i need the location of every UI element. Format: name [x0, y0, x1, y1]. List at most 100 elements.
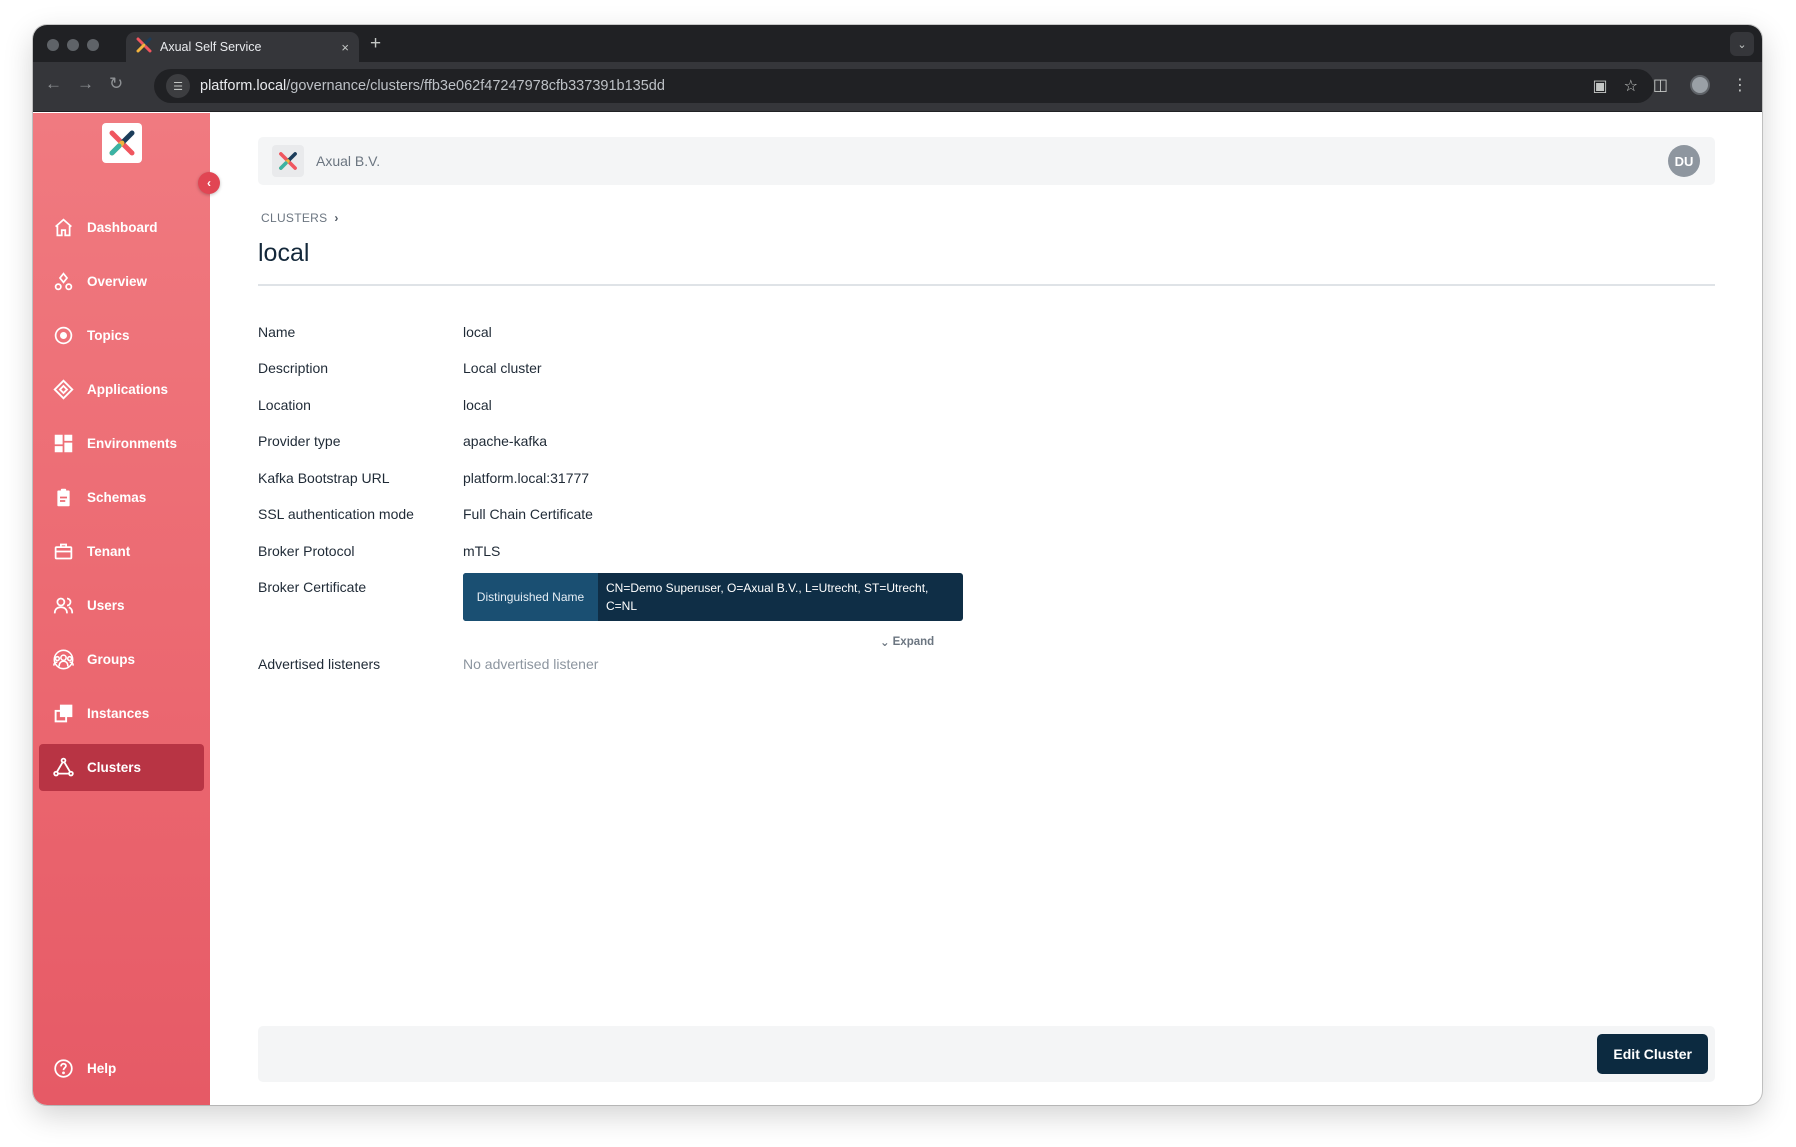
help-label: Help	[87, 1061, 117, 1076]
browser-window: Axual Self Service × + ⌄ ← → ↻ ☰ platfor…	[33, 25, 1762, 1105]
bookmark-star-icon[interactable]: ☆	[1624, 76, 1638, 96]
detail-label: Name	[258, 324, 296, 340]
tenant-icon	[52, 541, 74, 563]
detail-row-broker-protocol: Broker Protocol mTLS	[258, 543, 500, 559]
detail-row-name: Name local	[258, 324, 492, 340]
url-text[interactable]: platform.local/governance/clusters/ffb3e…	[200, 78, 665, 94]
detail-row-bootstrap-url: Kafka Bootstrap URL platform.local:31777	[258, 470, 589, 486]
sidebar-item-label: Overview	[87, 274, 148, 289]
browser-tab[interactable]: Axual Self Service ×	[126, 32, 359, 62]
org-logo-icon	[272, 145, 304, 177]
detail-value: local	[463, 324, 492, 340]
org-name: Axual B.V.	[316, 153, 381, 169]
sidebar-nav: Dashboard Overview Topics Applications E…	[39, 204, 204, 798]
sidebar-item-overview[interactable]: Overview	[39, 258, 204, 305]
chevron-left-icon: ‹	[207, 176, 211, 190]
edit-cluster-button[interactable]: Edit Cluster	[1597, 1034, 1708, 1074]
sidebar-item-label: Environments	[87, 436, 178, 451]
certificate-box: Distinguished Name CN=Demo Superuser, O=…	[463, 573, 963, 621]
detail-label: Description	[258, 360, 329, 376]
chevron-right-icon: ›	[334, 211, 339, 225]
applications-icon	[52, 379, 74, 401]
detail-label: Advertised listeners	[258, 656, 381, 672]
detail-row-description: Description Local cluster	[258, 360, 542, 376]
detail-label: Kafka Bootstrap URL	[258, 470, 390, 486]
tab-bar: Axual Self Service × + ⌄	[33, 25, 1762, 62]
expand-label: Expand	[892, 636, 935, 648]
minimize-window-button[interactable]	[67, 39, 79, 51]
overview-icon	[52, 271, 74, 293]
address-bar[interactable]: ☰ platform.local/governance/clusters/ffb…	[154, 69, 1654, 103]
instances-icon	[52, 703, 74, 725]
url-path: /governance/clusters/ffb3e062f47247978cf…	[286, 78, 665, 94]
detail-value: Local cluster	[463, 360, 542, 376]
browser-toolbar: ← → ↻ ☰ platform.local/governance/cluste…	[33, 62, 1762, 112]
detail-value: Full Chain Certificate	[463, 506, 593, 522]
sidebar-item-label: Users	[87, 598, 125, 613]
tab-search-icon[interactable]: ⌄	[1730, 32, 1754, 56]
sidebar-item-label: Applications	[87, 382, 169, 397]
sidebar-item-label: Instances	[87, 706, 150, 721]
main-content: Axual B.V. DU CLUSTERS › local Name loca…	[210, 113, 1762, 1105]
home-icon	[52, 217, 74, 239]
sidebar-item-label: Clusters	[87, 760, 142, 775]
detail-label: Broker Certificate	[258, 579, 367, 595]
user-avatar[interactable]: DU	[1668, 145, 1700, 177]
users-icon	[52, 595, 74, 617]
expand-certificate-button[interactable]: ⌄ Expand	[880, 635, 934, 649]
sidebar-item-topics[interactable]: Topics	[39, 312, 204, 359]
tab-close-icon[interactable]: ×	[341, 40, 349, 55]
title-divider	[258, 284, 1715, 286]
collapse-sidebar-button[interactable]: ‹	[198, 172, 220, 194]
axual-logo[interactable]	[102, 123, 142, 163]
tab-title: Axual Self Service	[160, 40, 262, 54]
sidebar-item-label: Dashboard	[87, 220, 158, 235]
breadcrumb-clusters-link[interactable]: CLUSTERS	[261, 211, 327, 225]
clusters-icon	[52, 757, 74, 779]
chevron-down-icon: ⌄	[880, 637, 890, 649]
axual-logo-icon	[109, 130, 135, 156]
sidebar-item-help[interactable]: Help	[39, 1045, 204, 1092]
sidebar-item-users[interactable]: Users	[39, 582, 204, 629]
sidebar-item-clusters[interactable]: Clusters	[39, 744, 204, 791]
sidebar-item-label: Groups	[87, 652, 136, 667]
action-footer: Edit Cluster	[258, 1026, 1715, 1082]
detail-value: apache-kafka	[463, 433, 548, 449]
url-domain: platform.local	[200, 78, 287, 94]
site-info-icon[interactable]: ☰	[166, 74, 190, 98]
sidebar-item-environments[interactable]: Environments	[39, 420, 204, 467]
back-arrow-icon[interactable]: ←	[45, 74, 62, 94]
sidebar: ‹ Dashboard Overview Topics Applications…	[33, 113, 220, 1105]
sidebar-item-applications[interactable]: Applications	[39, 366, 204, 413]
close-window-button[interactable]	[47, 39, 59, 51]
profile-avatar-icon[interactable]	[1690, 75, 1710, 95]
detail-label: Broker Protocol	[258, 543, 355, 559]
cast-icon[interactable]: ▣	[1593, 76, 1608, 96]
sidebar-item-label: Tenant	[87, 544, 131, 559]
detail-label: Provider type	[258, 433, 341, 449]
certificate-value: CN=Demo Superuser, O=Axual B.V., L=Utrec…	[606, 581, 929, 613]
schemas-icon	[52, 487, 74, 509]
reload-icon[interactable]: ↻	[109, 74, 123, 94]
detail-value: platform.local:31777	[463, 470, 590, 486]
maximize-window-button[interactable]	[87, 39, 99, 51]
sidebar-item-instances[interactable]: Instances	[39, 690, 204, 737]
extensions-icon[interactable]: ◫	[1653, 75, 1668, 95]
sidebar-item-groups[interactable]: Groups	[39, 636, 204, 683]
sidebar-item-dashboard[interactable]: Dashboard	[39, 204, 204, 251]
detail-row-ssl-mode: SSL authentication mode Full Chain Certi…	[258, 506, 593, 522]
forward-arrow-icon[interactable]: →	[77, 74, 94, 94]
new-tab-button[interactable]: +	[370, 33, 381, 55]
more-menu-icon[interactable]: ⋮	[1732, 75, 1748, 95]
certificate-key: Distinguished Name	[463, 573, 598, 621]
detail-row-advertised-listeners: Advertised listeners No advertised liste…	[258, 656, 598, 672]
topics-icon	[52, 325, 74, 347]
detail-value: No advertised listener	[463, 656, 599, 672]
axual-favicon-icon	[136, 37, 152, 58]
sidebar-item-label: Schemas	[87, 490, 147, 505]
sidebar-item-tenant[interactable]: Tenant	[39, 528, 204, 575]
org-header: Axual B.V. DU	[258, 137, 1715, 185]
sidebar-item-schemas[interactable]: Schemas	[39, 474, 204, 521]
detail-value: local	[463, 397, 492, 413]
detail-value: mTLS	[463, 543, 501, 559]
